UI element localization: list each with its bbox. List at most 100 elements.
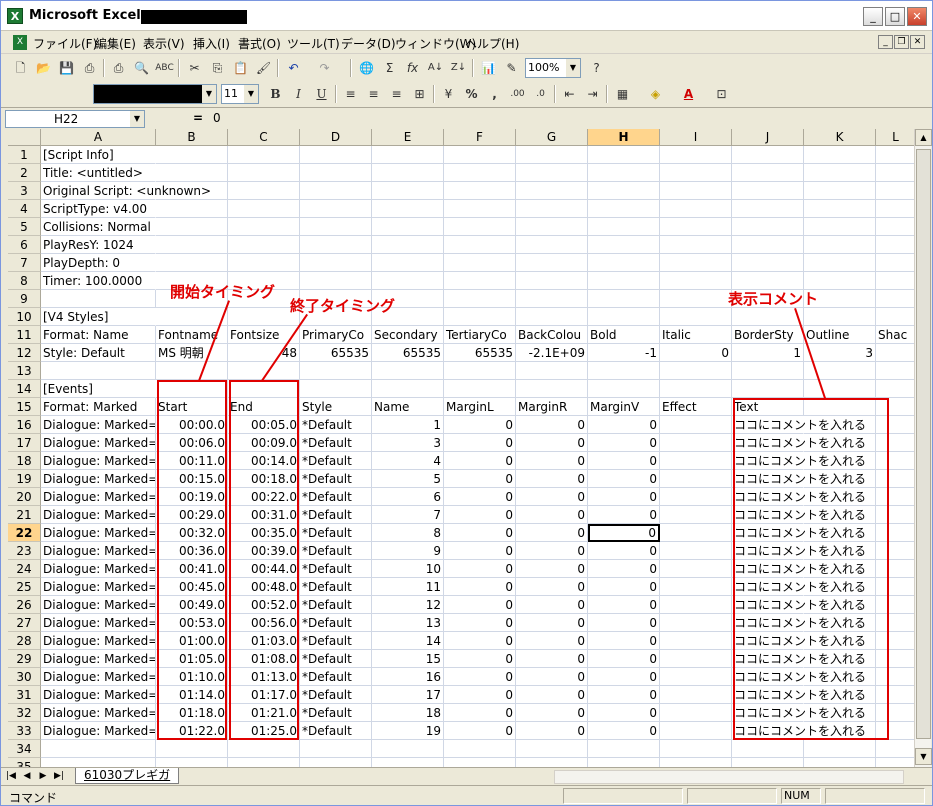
cell-j34[interactable] <box>732 740 804 758</box>
cell-i28[interactable] <box>660 632 732 650</box>
cell-l3[interactable] <box>876 182 914 200</box>
cell-g32[interactable]: 0 <box>516 704 588 722</box>
cell-h16[interactable]: 0 <box>588 416 660 434</box>
cell-d2[interactable] <box>300 164 372 182</box>
cell-e23[interactable]: 9 <box>372 542 444 560</box>
cell-k3[interactable] <box>804 182 876 200</box>
cell-i8[interactable] <box>660 272 732 290</box>
cell-g5[interactable] <box>516 218 588 236</box>
cell-e4[interactable] <box>372 200 444 218</box>
cell-e26[interactable]: 12 <box>372 596 444 614</box>
close-button[interactable]: ✕ <box>907 7 927 26</box>
cell-f22[interactable]: 0 <box>444 524 516 542</box>
cell-g20[interactable]: 0 <box>516 488 588 506</box>
cell-h18[interactable]: 0 <box>588 452 660 470</box>
cell-k6[interactable] <box>804 236 876 254</box>
cell-j11[interactable]: BorderSty <box>732 326 804 344</box>
minimize-button[interactable]: _ <box>863 7 883 26</box>
chart-wizard-icon[interactable]: 📊 <box>479 59 498 77</box>
row-header-33[interactable]: 33 <box>8 722 41 740</box>
column-header-d[interactable]: D <box>300 129 372 146</box>
cell-a31[interactable]: Dialogue: Marked= <box>41 686 156 704</box>
cell-k1[interactable] <box>804 146 876 164</box>
cell-i22[interactable] <box>660 524 732 542</box>
cell-e16[interactable]: 1 <box>372 416 444 434</box>
menu-file[interactable]: ファイル(F) <box>33 35 97 52</box>
cell-e24[interactable]: 10 <box>372 560 444 578</box>
cell-a19[interactable]: Dialogue: Marked= <box>41 470 156 488</box>
column-header-e[interactable]: E <box>372 129 444 146</box>
row-header-19[interactable]: 19 <box>8 470 41 488</box>
cell-a9[interactable] <box>41 290 156 308</box>
cell-h27[interactable]: 0 <box>588 614 660 632</box>
cell-g35[interactable] <box>516 758 588 767</box>
cell-i5[interactable] <box>660 218 732 236</box>
row-header-35[interactable]: 35 <box>8 758 41 767</box>
maximize-button[interactable]: □ <box>885 7 905 26</box>
column-header-b[interactable]: B <box>156 129 228 146</box>
cell-b34[interactable] <box>156 740 228 758</box>
cell-l4[interactable] <box>876 200 914 218</box>
cell-d27[interactable]: *Default <box>300 614 372 632</box>
cell-e22[interactable]: 8 <box>372 524 444 542</box>
cell-g18[interactable]: 0 <box>516 452 588 470</box>
cell-a5[interactable]: Collisions: Normal <box>41 218 156 236</box>
font-size-select[interactable]: 11 ▼ <box>221 84 259 104</box>
cell-f28[interactable]: 0 <box>444 632 516 650</box>
cell-i24[interactable] <box>660 560 732 578</box>
cell-d6[interactable] <box>300 236 372 254</box>
cell-g33[interactable]: 0 <box>516 722 588 740</box>
cell-a23[interactable]: Dialogue: Marked= <box>41 542 156 560</box>
cell-f29[interactable]: 0 <box>444 650 516 668</box>
row-header-34[interactable]: 34 <box>8 740 41 758</box>
select-all-corner[interactable] <box>8 129 41 146</box>
cell-d24[interactable]: *Default <box>300 560 372 578</box>
cell-a20[interactable]: Dialogue: Marked= <box>41 488 156 506</box>
cell-a16[interactable]: Dialogue: Marked= <box>41 416 156 434</box>
cell-j13[interactable] <box>732 362 804 380</box>
cell-f14[interactable] <box>444 380 516 398</box>
align-center-icon[interactable]: ≡ <box>364 85 383 103</box>
cell-f31[interactable]: 0 <box>444 686 516 704</box>
cell-f20[interactable]: 0 <box>444 488 516 506</box>
cell-c34[interactable] <box>228 740 300 758</box>
cell-k4[interactable] <box>804 200 876 218</box>
cell-l5[interactable] <box>876 218 914 236</box>
cell-h11[interactable]: Bold <box>588 326 660 344</box>
sort-descending-icon[interactable]: Z↓ <box>449 59 468 77</box>
cell-e15[interactable]: Name <box>372 398 444 416</box>
cell-d18[interactable]: *Default <box>300 452 372 470</box>
cell-h14[interactable] <box>588 380 660 398</box>
cell-i33[interactable] <box>660 722 732 740</box>
cell-e19[interactable]: 5 <box>372 470 444 488</box>
format-painter-icon[interactable]: 🖌 <box>254 59 273 77</box>
row-header-7[interactable]: 7 <box>8 254 41 272</box>
cell-f18[interactable]: 0 <box>444 452 516 470</box>
column-header-k[interactable]: K <box>804 129 876 146</box>
cell-h1[interactable] <box>588 146 660 164</box>
cell-l35[interactable] <box>876 758 914 767</box>
cell-b4[interactable] <box>156 200 228 218</box>
cell-d13[interactable] <box>300 362 372 380</box>
cell-f17[interactable]: 0 <box>444 434 516 452</box>
cell-d7[interactable] <box>300 254 372 272</box>
cell-i18[interactable] <box>660 452 732 470</box>
cell-h33[interactable]: 0 <box>588 722 660 740</box>
cell-k34[interactable] <box>804 740 876 758</box>
cell-f13[interactable] <box>444 362 516 380</box>
row-header-18[interactable]: 18 <box>8 452 41 470</box>
cell-k14[interactable] <box>804 380 876 398</box>
paste-icon[interactable]: 📋 <box>231 59 250 77</box>
cell-f5[interactable] <box>444 218 516 236</box>
row-header-21[interactable]: 21 <box>8 506 41 524</box>
italic-button[interactable]: I <box>289 85 308 103</box>
row-header-6[interactable]: 6 <box>8 236 41 254</box>
cell-f8[interactable] <box>444 272 516 290</box>
cell-g8[interactable] <box>516 272 588 290</box>
zoom-select[interactable]: 100% ▼ <box>525 58 581 78</box>
cell-d3[interactable] <box>300 182 372 200</box>
cell-i13[interactable] <box>660 362 732 380</box>
cell-a17[interactable]: Dialogue: Marked= <box>41 434 156 452</box>
cell-g15[interactable]: MarginR <box>516 398 588 416</box>
cell-j1[interactable] <box>732 146 804 164</box>
